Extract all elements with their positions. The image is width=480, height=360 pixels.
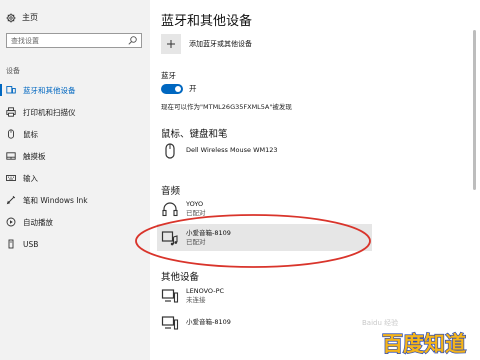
device-text: 小爱音箱-8109 [186,318,231,327]
sidebar-item-printers[interactable]: 打印机和扫描仪 [0,102,150,122]
home-link[interactable]: 主页 [6,12,38,23]
pen-icon [6,195,16,205]
sidebar-item-pen[interactable]: 笔和 Windows Ink [0,190,150,210]
device-status: 未连接 [186,295,206,304]
bluetooth-devices-icon [6,86,16,94]
settings-search-input[interactable] [7,34,131,47]
search-icon[interactable] [127,35,138,46]
home-label: 主页 [22,13,38,22]
device-xiaoai-speaker[interactable]: 小爱音箱-8109 已配对 [157,224,372,251]
bluetooth-toggle-row: 开 [161,83,197,94]
sidebar-item-mouse[interactable]: 鼠标 [0,124,150,144]
logo-text: 百度知道 [382,332,466,356]
sidebar-item-label: USB [23,239,39,249]
add-device-label: 添加蓝牙或其他设备 [189,40,252,48]
device-status: 已配对 [186,237,206,246]
keyboard-icon [6,175,16,181]
home-gear-icon [6,13,16,22]
baidu-zhidao-logo: 百度知道 [381,331,466,356]
sidebar-item-label: 打印机和扫描仪 [23,107,76,117]
speaker-device-icon [161,230,178,245]
device-dell-mouse[interactable]: Dell Wireless Mouse WM123 [157,137,372,164]
sidebar-item-label: 触摸板 [23,151,46,161]
bluetooth-toggle-state: 开 [189,84,197,93]
sidebar-item-label: 鼠标 [23,129,38,139]
device-name: YOYO [186,199,204,208]
sidebar-item-label: 输入 [23,173,38,183]
device-status: 已配对 [186,208,206,217]
sidebar-item-bluetooth[interactable]: 蓝牙和其他设备 [0,80,150,100]
plus-icon [161,34,181,54]
sidebar-item-label: 蓝牙和其他设备 [23,85,76,95]
computer-device-icon [161,315,179,330]
device-name: Dell Wireless Mouse WM123 [186,146,278,154]
device-name: LENOVO-PC [186,286,225,295]
bluetooth-toggle[interactable] [161,83,183,94]
sidebar-item-label: 自动播放 [23,217,53,227]
device-yoyo[interactable]: YOYO 已配对 [157,195,372,222]
sidebar-item-autoplay[interactable]: 自动播放 [0,212,150,232]
sidebar-item-label: 笔和 Windows Ink [23,195,88,205]
mouse-icon [165,142,175,159]
section-label-devices: 设备 [6,67,20,75]
device-text: YOYO 已配对 [186,200,206,218]
device-name: 小爱音箱-8109 [186,318,231,326]
sidebar-item-typing[interactable]: 输入 [0,168,150,188]
group-header-other-devices: 其他设备 [161,272,200,283]
sidebar-item-touchpad[interactable]: 触摸板 [0,146,150,166]
bluetooth-label: 蓝牙 [161,71,176,80]
headphones-icon [162,201,178,216]
device-xiaoai-speaker-other[interactable]: 小爱音箱-8109 [157,309,372,336]
autoplay-icon [6,217,16,227]
page-title: 蓝牙和其他设备 [161,14,253,29]
computer-device-icon [161,288,179,303]
device-name: 小爱音箱-8109 [186,228,231,237]
touchpad-icon [6,152,16,160]
sidebar-item-usb[interactable]: USB [0,234,150,254]
device-lenovo-pc[interactable]: LENOVO-PC 未连接 [157,282,372,309]
settings-search-box[interactable] [6,33,142,48]
device-text: Dell Wireless Mouse WM123 [186,146,278,155]
usb-icon [8,239,14,249]
add-device-button[interactable]: 添加蓝牙或其他设备 [161,34,252,54]
mouse-icon [8,129,14,139]
scrollbar[interactable] [473,30,476,190]
main-pane: 蓝牙和其他设备 添加蓝牙或其他设备 蓝牙 开 现在可以作为"MTML26G35F… [150,0,480,360]
sidebar: 主页 设备 蓝牙和其他设备 打印机和扫描仪 鼠标 [0,0,150,360]
device-text: 小爱音箱-8109 已配对 [186,229,231,247]
discoverable-text: 现在可以作为"MTML26G35FXML5A"被发现 [161,103,292,111]
printer-icon [6,107,16,117]
device-text: LENOVO-PC 未连接 [186,287,224,305]
